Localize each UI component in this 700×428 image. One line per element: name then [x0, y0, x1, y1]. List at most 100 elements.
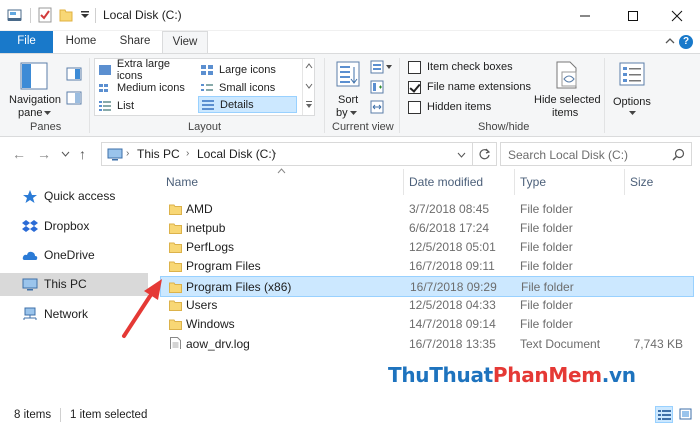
file-type: File folder	[520, 298, 573, 312]
file-name: AMD	[186, 202, 213, 216]
file-row[interactable]: Users 12/5/2018 04:33 File folder	[161, 296, 693, 315]
navigation-pane-label: Navigation	[9, 94, 61, 106]
close-button[interactable]	[654, 0, 700, 31]
nav-item-label: Network	[44, 307, 89, 321]
file-date: 12/5/2018 05:01	[409, 240, 496, 254]
item-check-boxes-checkbox[interactable]	[408, 61, 421, 74]
sort-label-2: by	[336, 107, 348, 119]
file-row[interactable]: Windows 14/7/2018 09:14 File folder	[161, 315, 693, 334]
column-header-size[interactable]: Size	[624, 169, 694, 195]
hidden-items-checkbox[interactable]	[408, 101, 421, 114]
layout-extra-large-icons[interactable]: Extra large icons	[98, 58, 198, 82]
file-type: Text Document	[520, 337, 601, 351]
window-title: Local Disk (C:)	[103, 8, 182, 22]
file-row[interactable]: PerfLogs 12/5/2018 05:01 File folder	[161, 238, 693, 257]
details-view-button[interactable]	[655, 406, 673, 423]
refresh-button[interactable]	[473, 142, 497, 166]
tab-file[interactable]: File	[0, 31, 53, 53]
large-icons-view-button[interactable]	[677, 406, 695, 423]
hide-selected-items-button[interactable]: Hide selected items	[532, 58, 601, 119]
column-header-type[interactable]: Type	[514, 169, 624, 195]
minimize-button[interactable]	[562, 0, 608, 31]
file-row[interactable]: aow_drv.log 16/7/2018 13:35 Text Documen…	[161, 335, 693, 354]
help-icon[interactable]: ?	[679, 35, 693, 49]
file-row-selected[interactable]: Program Files (x86) 16/7/2018 09:29 File…	[160, 276, 694, 297]
nav-item-label: OneDrive	[44, 248, 95, 262]
network-icon	[23, 307, 37, 320]
current-view-group-label: Current view	[332, 121, 394, 133]
file-date: 14/7/2018 09:14	[409, 317, 496, 331]
breadcrumb-this-pc[interactable]: This PC	[137, 147, 180, 161]
options-label: Options	[613, 96, 651, 108]
layout-list[interactable]: List	[98, 97, 198, 114]
file-date: 12/5/2018 04:33	[409, 298, 496, 312]
folder-icon	[169, 300, 182, 311]
status-separator	[60, 408, 61, 422]
sort-by-button[interactable]: Sort by	[330, 58, 366, 119]
add-columns-icon[interactable]	[370, 80, 386, 94]
nav-item-label: Dropbox	[44, 219, 90, 233]
file-row[interactable]: AMD 3/7/2018 08:45 File folder	[161, 200, 693, 219]
watermark-logo: ThuThuatPhanMem.vn	[388, 363, 636, 387]
close-icon	[671, 10, 683, 21]
file-type: File folder	[520, 221, 573, 235]
hide-selected-label: Hide selected	[534, 94, 601, 106]
file-name: Program Files (x86)	[186, 280, 292, 294]
layout-item-label: Extra large icons	[116, 57, 171, 82]
checkmark-properties-icon[interactable]	[37, 7, 53, 23]
large-icons-icon	[201, 64, 213, 75]
status-selection: 1 item selected	[70, 409, 148, 421]
layout-medium-icons[interactable]: Medium icons	[98, 79, 198, 96]
layout-scroll[interactable]	[302, 59, 314, 115]
nav-item-quick-access[interactable]: Quick access	[0, 185, 148, 208]
breadcrumb-separator-icon: ›	[126, 148, 130, 159]
text-document-icon	[170, 337, 181, 349]
group-separator	[89, 58, 90, 133]
nav-item-onedrive[interactable]: OneDrive	[0, 244, 148, 267]
options-button[interactable]: Options	[610, 58, 654, 118]
tab-view[interactable]: View	[162, 31, 208, 54]
layout-large-icons[interactable]: Large icons	[200, 61, 300, 78]
collapse-ribbon-icon[interactable]	[664, 35, 676, 47]
column-header-date-modified[interactable]: Date modified	[403, 169, 514, 195]
file-row[interactable]: Program Files 16/7/2018 09:11 File folde…	[161, 257, 693, 276]
address-dropdown-icon[interactable]	[457, 152, 466, 158]
search-icon	[672, 148, 685, 161]
up-icon[interactable]: ↑	[79, 146, 86, 162]
file-row[interactable]: inetpub 6/6/2018 17:24 File folder	[161, 219, 693, 238]
preview-pane-icon[interactable]	[66, 67, 82, 81]
breadcrumb-local-disk[interactable]: Local Disk (C:)	[197, 147, 276, 161]
title-separator	[95, 8, 96, 23]
toolbar-separator	[30, 8, 31, 23]
status-bar: 8 items 1 item selected	[0, 401, 700, 428]
layout-item-label: List	[117, 99, 135, 112]
layout-item-label: Details	[220, 98, 254, 111]
back-icon[interactable]: ←	[12, 146, 26, 162]
layout-small-icons[interactable]: Small icons	[200, 79, 300, 96]
nav-item-label: Quick access	[44, 189, 116, 203]
file-name: inetpub	[186, 221, 226, 235]
file-date: 16/7/2018 13:35	[409, 337, 496, 351]
group-by-icon[interactable]	[370, 60, 394, 74]
file-name-extensions-checkbox[interactable]	[408, 81, 421, 94]
item-check-boxes-label: Item check boxes	[427, 61, 513, 73]
tab-home[interactable]: Home	[55, 31, 107, 53]
navigation-pane-button[interactable]: Navigation pane	[6, 58, 62, 119]
tab-share[interactable]: Share	[109, 31, 161, 53]
details-pane-icon[interactable]	[66, 91, 82, 105]
properties-icon[interactable]	[6, 7, 24, 23]
show-hide-group-label: Show/hide	[478, 121, 530, 133]
new-folder-icon[interactable]	[59, 7, 73, 23]
maximize-button[interactable]	[610, 0, 656, 31]
size-all-columns-icon[interactable]	[370, 100, 386, 114]
address-bar[interactable]: › This PC › Local Disk (C:) ›	[101, 142, 473, 166]
nav-item-dropbox[interactable]: Dropbox	[0, 215, 148, 238]
recent-locations-icon[interactable]	[61, 151, 70, 157]
search-field[interactable]: Search Local Disk (C:)	[500, 142, 692, 166]
customize-toolbar-icon[interactable]	[80, 11, 90, 19]
file-date: 6/6/2018 17:24	[409, 221, 490, 235]
watermark-part-1: ThuThuat	[388, 363, 493, 387]
forward-icon[interactable]: →	[37, 146, 51, 162]
layout-details[interactable]: Details	[198, 96, 297, 113]
column-header-name[interactable]: Name	[160, 169, 403, 195]
